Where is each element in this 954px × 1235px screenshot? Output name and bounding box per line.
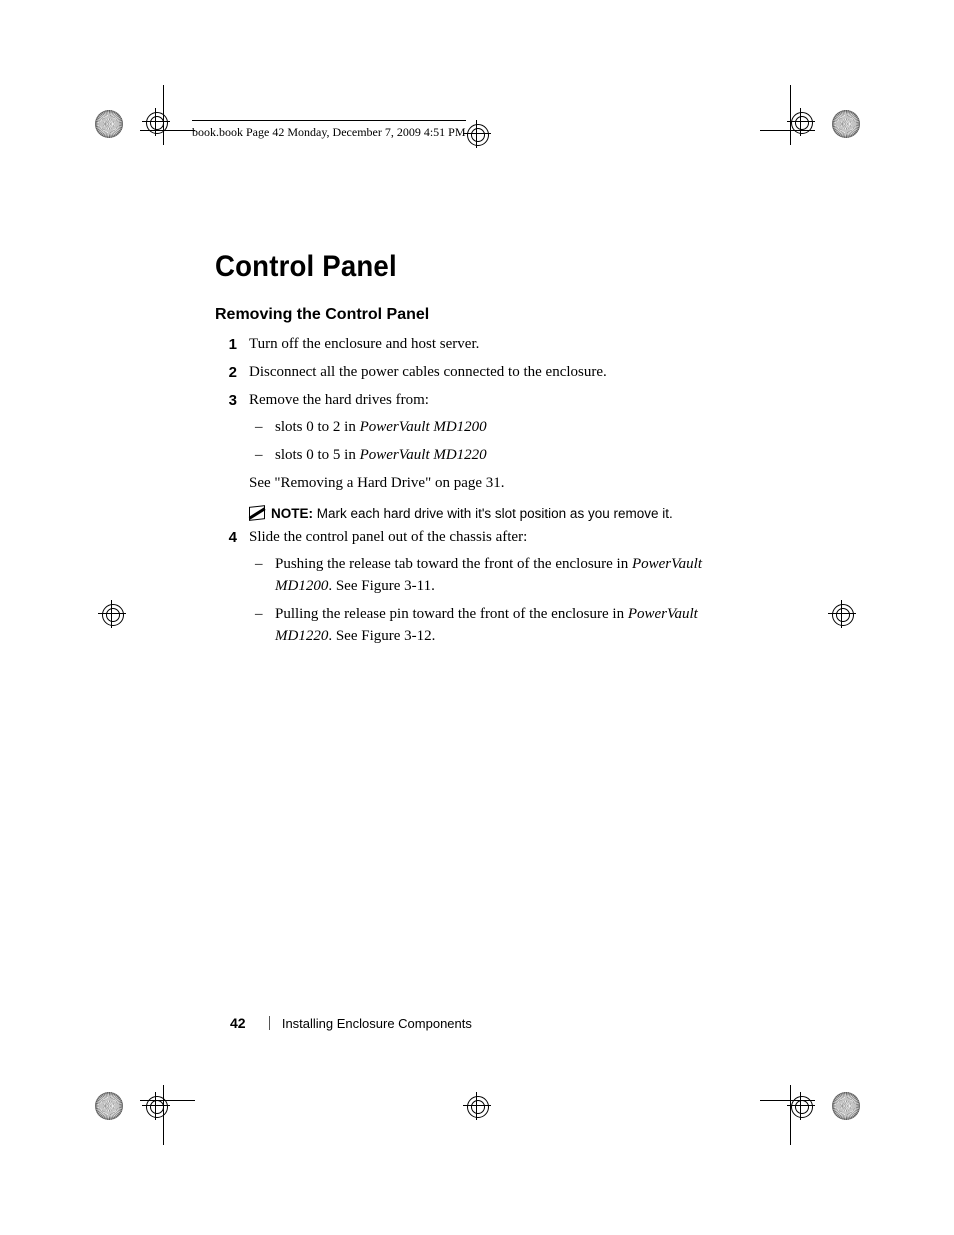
text: slots 0 to 2 in bbox=[275, 419, 360, 435]
step-number: 3 bbox=[215, 390, 249, 495]
page-number: 42 bbox=[230, 1015, 246, 1031]
page-footer: 42 Installing Enclosure Components bbox=[230, 1015, 472, 1031]
crop-line bbox=[760, 1100, 815, 1101]
bullet-text: slots 0 to 5 in PowerVault MD1220 bbox=[275, 445, 750, 467]
footer-separator bbox=[269, 1016, 270, 1030]
step-item: 3 Remove the hard drives from: – slots 0… bbox=[215, 390, 750, 495]
crop-line bbox=[140, 1100, 195, 1101]
text: Pulling the release pin toward the front… bbox=[275, 606, 628, 622]
crop-line bbox=[163, 85, 164, 145]
step-number: 4 bbox=[215, 527, 249, 654]
step-text: Turn off the enclosure and host server. bbox=[249, 334, 750, 356]
dash-icon: – bbox=[249, 604, 275, 648]
chapter-name: Installing Enclosure Components bbox=[282, 1016, 472, 1031]
registration-mark-icon bbox=[787, 1092, 815, 1120]
step-text: Remove the hard drives from: bbox=[249, 392, 429, 408]
note-text: Mark each hard drive with it's slot posi… bbox=[313, 506, 673, 521]
registration-mark-icon bbox=[142, 108, 170, 136]
registration-mark-icon bbox=[787, 108, 815, 136]
registration-mark-icon bbox=[142, 1092, 170, 1120]
text: . See Figure 3-11. bbox=[328, 578, 435, 594]
model-name: PowerVault MD1220 bbox=[360, 447, 487, 463]
step-text: Disconnect all the power cables connecte… bbox=[249, 362, 750, 384]
printer-radial-topleft bbox=[95, 110, 123, 138]
note-icon bbox=[249, 505, 265, 521]
step-body: Slide the control panel out of the chass… bbox=[249, 527, 750, 654]
step-item: 1 Turn off the enclosure and host server… bbox=[215, 334, 750, 356]
crop-line bbox=[163, 1085, 164, 1145]
steps-list: 1 Turn off the enclosure and host server… bbox=[215, 334, 750, 495]
dash-icon: – bbox=[249, 554, 275, 598]
step-number: 1 bbox=[215, 334, 249, 356]
sub-bullets: – Pushing the release tab toward the fro… bbox=[249, 554, 750, 647]
registration-mark-icon bbox=[463, 1092, 491, 1120]
bullet-item: – Pushing the release tab toward the fro… bbox=[249, 554, 750, 598]
page-content: Control Panel Removing the Control Panel… bbox=[215, 250, 750, 659]
note-callout: NOTE: Mark each hard drive with it's slo… bbox=[249, 505, 750, 521]
text: . See Figure 3-12. bbox=[328, 628, 435, 644]
step-item: 2 Disconnect all the power cables connec… bbox=[215, 362, 750, 384]
bullet-item: – slots 0 to 2 in PowerVault MD1200 bbox=[249, 417, 750, 439]
bullet-text: Pushing the release tab toward the front… bbox=[275, 554, 750, 598]
note-label: NOTE: bbox=[271, 506, 313, 521]
crop-line bbox=[760, 130, 815, 131]
registration-mark-icon bbox=[463, 120, 491, 148]
bullet-item: – slots 0 to 5 in PowerVault MD1220 bbox=[249, 445, 750, 467]
text: Pushing the release tab toward the front… bbox=[275, 556, 632, 572]
bullet-text: slots 0 to 2 in PowerVault MD1200 bbox=[275, 417, 750, 439]
model-name: PowerVault MD1200 bbox=[360, 419, 487, 435]
running-head: book.book Page 42 Monday, December 7, 20… bbox=[192, 120, 466, 140]
steps-list-continued: 4 Slide the control panel out of the cha… bbox=[215, 527, 750, 654]
see-reference: See "Removing a Hard Drive" on page 31. bbox=[249, 473, 750, 495]
step-text: Slide the control panel out of the chass… bbox=[249, 529, 527, 545]
crop-line bbox=[790, 85, 791, 145]
step-number: 2 bbox=[215, 362, 249, 384]
printer-radial-bottomleft bbox=[95, 1092, 123, 1120]
registration-mark-icon bbox=[98, 600, 126, 628]
bullet-item: – Pulling the release pin toward the fro… bbox=[249, 604, 750, 648]
registration-mark-icon bbox=[828, 600, 856, 628]
crop-line bbox=[790, 1085, 791, 1145]
printer-radial-topright bbox=[832, 110, 860, 138]
printer-radial-bottomright bbox=[832, 1092, 860, 1120]
text: slots 0 to 5 in bbox=[275, 447, 360, 463]
bullet-text: Pulling the release pin toward the front… bbox=[275, 604, 750, 648]
section-heading: Control Panel bbox=[215, 250, 707, 284]
step-item: 4 Slide the control panel out of the cha… bbox=[215, 527, 750, 654]
subsection-heading: Removing the Control Panel bbox=[215, 306, 750, 324]
dash-icon: – bbox=[249, 445, 275, 467]
step-body: Remove the hard drives from: – slots 0 t… bbox=[249, 390, 750, 495]
dash-icon: – bbox=[249, 417, 275, 439]
sub-bullets: – slots 0 to 2 in PowerVault MD1200 – sl… bbox=[249, 417, 750, 467]
crop-line bbox=[140, 130, 195, 131]
